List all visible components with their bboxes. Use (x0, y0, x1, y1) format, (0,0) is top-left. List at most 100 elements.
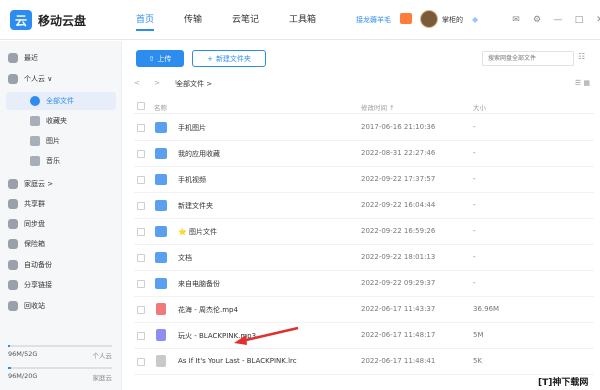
sidebar-item-recent[interactable]: 最近 (8, 50, 38, 66)
main-nav: 首页 传输 云笔记 工具箱 (136, 12, 346, 31)
sidebar-item-sync-disk[interactable]: 同步盘 (8, 216, 45, 232)
annotation-arrow (234, 326, 299, 345)
row-checkbox[interactable] (137, 254, 145, 262)
top-bar: 云 移动云盘 首页 传输 云笔记 工具箱 接龙薅羊毛 掌柜的 ◆ ✉ ⚙ — □… (0, 0, 600, 40)
storage-fill-personal (8, 345, 11, 347)
sidebar-item-label: 图片 (46, 137, 60, 145)
folder-icon (155, 278, 167, 289)
minimize-icon[interactable]: — (552, 14, 564, 26)
file-name[interactable]: 文档 (178, 253, 192, 263)
app-title: 移动云盘 (38, 13, 87, 28)
view-toggle-icon[interactable]: ☷ (578, 52, 588, 64)
table-row[interactable]: 手机图片 2017-06-16 21:10:36 - (134, 115, 594, 141)
storage-bar-personal (8, 345, 112, 347)
sidebar-item-shared-group[interactable]: 共享群 (8, 196, 45, 212)
file-size: 5M (473, 331, 484, 339)
col-name[interactable]: 名称 (154, 102, 167, 112)
row-checkbox[interactable] (137, 176, 145, 184)
file-size: - (473, 123, 476, 131)
sidebar-item-safe-box[interactable]: 保险箱 (8, 236, 45, 252)
home-icon (8, 179, 18, 189)
nav-notes[interactable]: 云笔记 (232, 12, 259, 25)
new-folder-label: 新建文件夹 (215, 54, 251, 63)
sidebar-item-music[interactable]: 音乐 (30, 153, 60, 169)
col-date[interactable]: 修改时间 ↑ (361, 102, 395, 112)
upload-icon: ⇧ (148, 54, 155, 63)
table-row[interactable]: 我的应用收藏 2022-08-31 22:27:46 - (134, 141, 594, 167)
row-checkbox[interactable] (137, 150, 145, 158)
nav-toolbox[interactable]: 工具箱 (289, 12, 316, 25)
file-name[interactable]: As If It's Your Last - BLACKPINK.lrc (178, 357, 297, 365)
video-file-icon (156, 303, 166, 315)
row-checkbox[interactable] (137, 358, 145, 366)
file-date: 2022-06-17 11:48:17 (361, 331, 436, 339)
sidebar-item-label: 家庭云 > (24, 180, 54, 188)
file-name[interactable]: ⭐ 图片文件 (178, 227, 217, 237)
sidebar-item-pictures[interactable]: 图片 (30, 133, 60, 149)
maximize-icon[interactable]: □ (573, 14, 585, 26)
row-checkbox[interactable] (137, 280, 145, 288)
file-name[interactable]: 我的应用收藏 (178, 149, 220, 159)
sort-list-icon[interactable]: ☰ ▦ (575, 79, 590, 87)
file-name[interactable]: 手机视频 (178, 175, 206, 185)
folder-icon (155, 122, 167, 133)
table-row[interactable]: 文档 2022-09-22 18:01:13 - (134, 245, 594, 271)
file-name[interactable]: 新建文件夹 (178, 201, 213, 211)
new-folder-button[interactable]: + 新建文件夹 (192, 50, 266, 67)
col-size[interactable]: 大小 (473, 102, 486, 112)
upload-label: 上传 (157, 54, 172, 63)
close-icon[interactable]: ✕ (594, 14, 600, 26)
select-all-checkbox[interactable] (137, 102, 145, 110)
clock-icon (8, 53, 18, 63)
row-checkbox[interactable] (137, 306, 145, 314)
sidebar-item-recycle-bin[interactable]: 回收站 (8, 298, 45, 314)
grid-icon (30, 96, 40, 106)
nav-home[interactable]: 首页 (136, 12, 155, 31)
row-checkbox[interactable] (137, 332, 145, 340)
app-logo[interactable]: 云 移动云盘 (10, 10, 86, 30)
sidebar-item-family-cloud[interactable]: 家庭云 > (8, 176, 53, 192)
username[interactable]: 掌柜的 (442, 15, 463, 25)
mail-icon[interactable]: ✉ (510, 14, 522, 26)
sidebar-item-personal-cloud[interactable]: 个人云 ∨ (8, 71, 52, 87)
file-name[interactable]: 花海 - 周杰伦.mp4 (178, 305, 238, 315)
nav-transfer[interactable]: 传输 (184, 12, 202, 25)
avatar[interactable] (420, 10, 438, 28)
storage-used: 96M/52G (8, 350, 38, 358)
file-name[interactable]: 来自电脑备份 (178, 279, 220, 289)
sidebar-item-share-links[interactable]: 分享链接 (8, 277, 52, 293)
row-checkbox[interactable] (137, 228, 145, 236)
breadcrumb-path[interactable]: 全部文件 > (176, 79, 212, 89)
vip-diamond-icon[interactable]: ◆ (472, 15, 478, 24)
sidebar-item-auto-backup[interactable]: 自动备份 (8, 257, 52, 273)
folder-icon (155, 200, 167, 211)
row-checkbox[interactable] (137, 202, 145, 210)
table-row[interactable]: 玩火 - BLACKPINK.mp3 2022-06-17 11:48:17 5M (134, 323, 594, 349)
upload-button[interactable]: ⇧ 上传 (136, 50, 184, 67)
search-input[interactable] (482, 51, 574, 66)
table-row[interactable]: ⭐ 图片文件 2022-09-22 16:59:26 - (134, 219, 594, 245)
row-checkbox[interactable] (137, 124, 145, 132)
sidebar-item-all-files[interactable]: 全部文件 (30, 93, 74, 109)
breadcrumb: < > ↻ 全部文件 > ☰ ▦ (134, 79, 594, 93)
table-row[interactable]: As If It's Your Last - BLACKPINK.lrc 2022… (134, 349, 594, 375)
table-row[interactable]: 来自电脑备份 2022-09-22 09:29:37 - (134, 271, 594, 297)
file-size: - (473, 149, 476, 157)
promo-link[interactable]: 接龙薅羊毛 (356, 15, 391, 25)
file-size: - (473, 227, 476, 235)
file-date: 2022-09-22 16:59:26 (361, 227, 436, 235)
file-size: - (473, 201, 476, 209)
file-size: - (473, 253, 476, 261)
table-row[interactable]: 手机视频 2022-09-22 17:37:57 - (134, 167, 594, 193)
file-name[interactable]: 手机图片 (178, 123, 206, 133)
trash-icon (8, 301, 18, 311)
gift-icon[interactable] (400, 13, 412, 24)
folder-icon (155, 148, 167, 159)
share-group-icon (8, 199, 18, 209)
table-row[interactable]: 花海 - 周杰伦.mp4 2022-06-17 11:43:37 36.96M (134, 297, 594, 323)
settings-icon[interactable]: ⚙ (531, 14, 543, 26)
main-panel: ⇧ 上传 + 新建文件夹 ☷ < > ↻ 全部文件 > ☰ ▦ 名称 修改时间 … (122, 41, 600, 390)
sidebar-item-label: 共享群 (24, 200, 45, 208)
table-row[interactable]: 新建文件夹 2022-09-22 16:04:44 - (134, 193, 594, 219)
sidebar-item-favorites[interactable]: 收藏夹 (30, 113, 67, 129)
